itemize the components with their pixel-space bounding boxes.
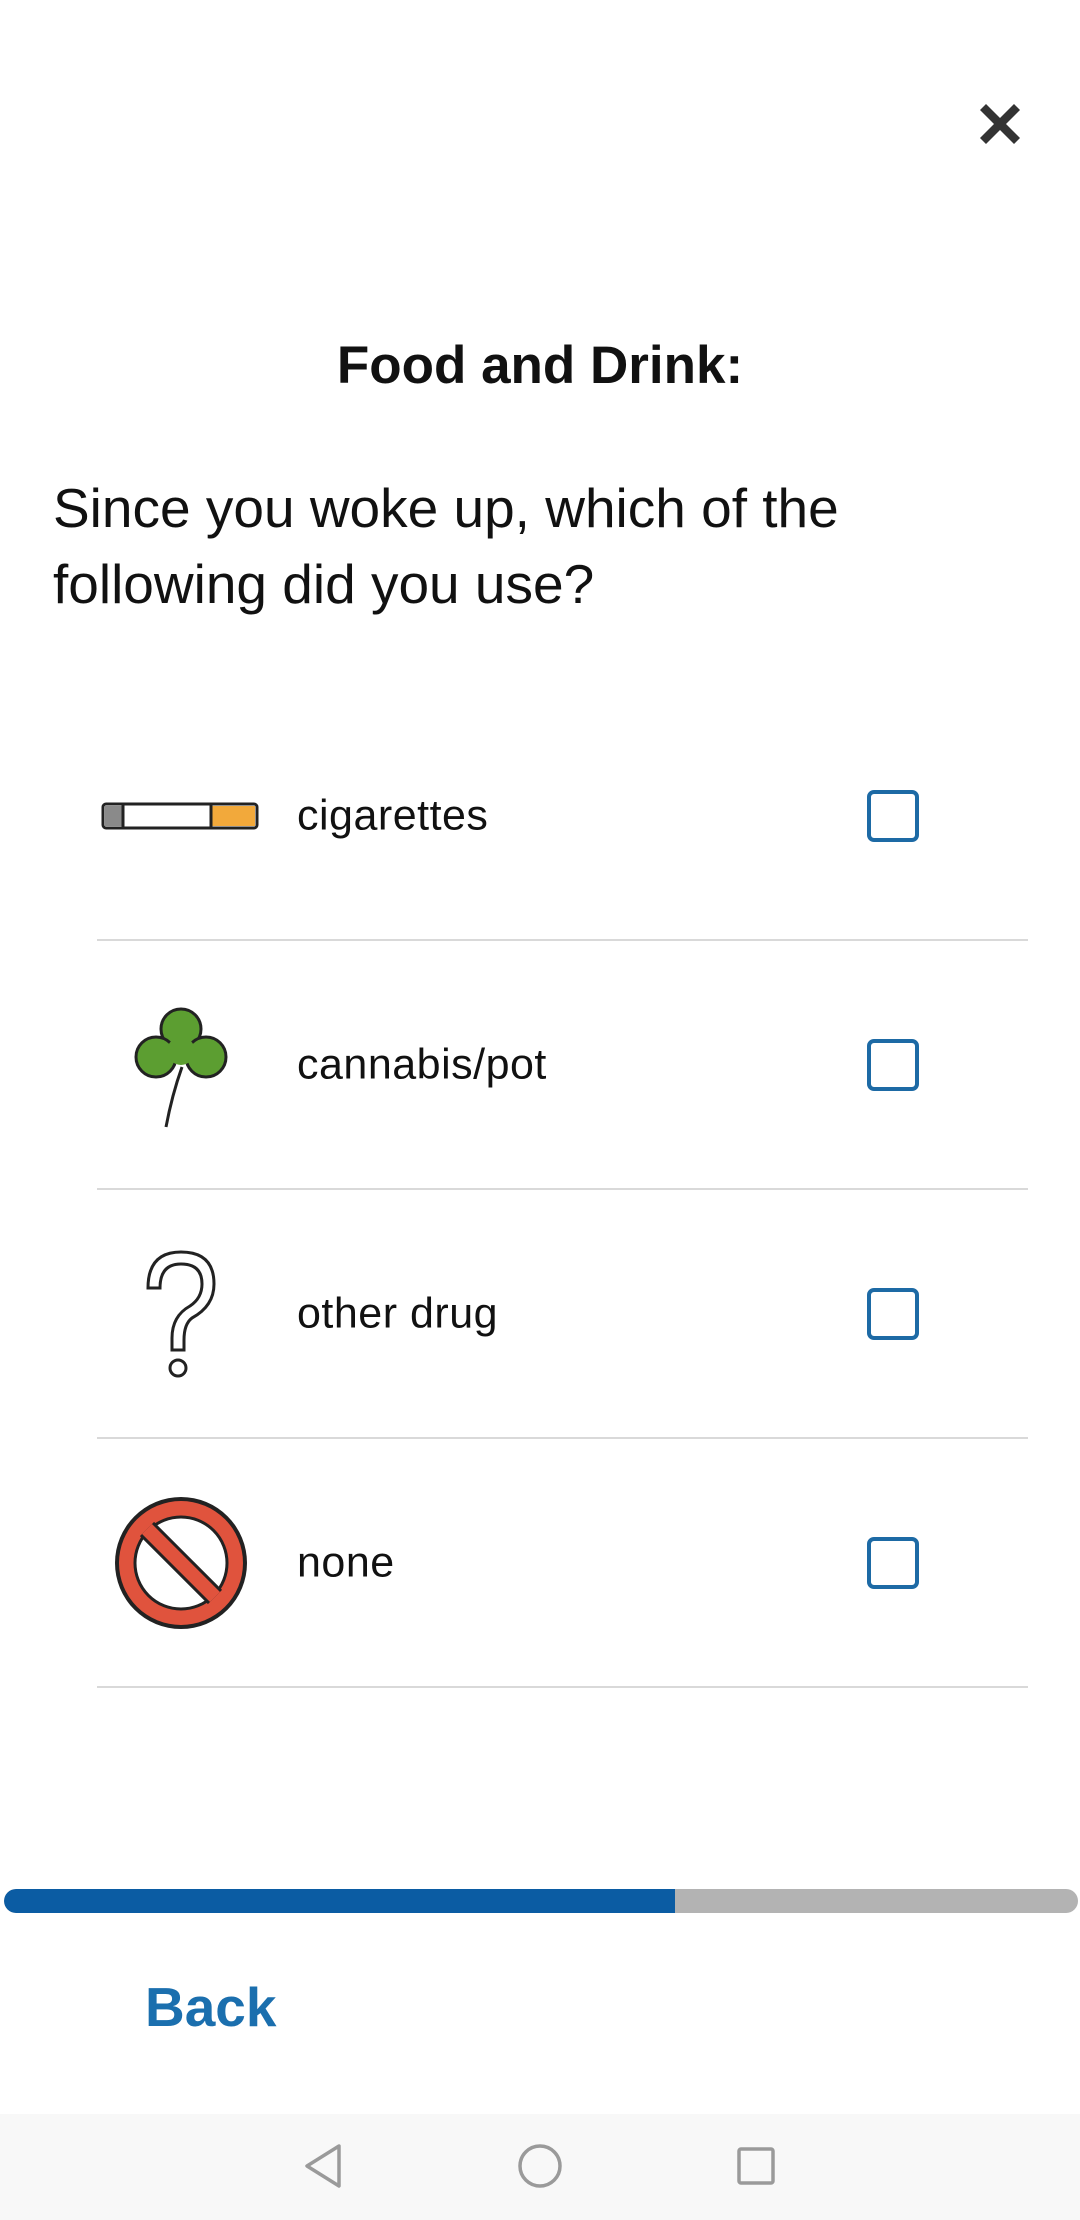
system-nav-bar [0,2114,1080,2220]
nav-back-button[interactable] [293,2136,353,2196]
circle-home-icon [518,2144,562,2188]
option-label: cannabis/pot [297,1040,547,1088]
square-recents-icon [737,2147,775,2185]
option-none[interactable]: none [97,1439,1028,1688]
clover-icon [97,990,265,1140]
progress-bar [4,1889,1078,1913]
option-label: none [297,1538,395,1586]
question-mark-icon [97,1239,265,1389]
option-other-drug[interactable]: other drug [97,1190,1028,1439]
nav-recents-button[interactable] [726,2136,786,2196]
checkbox-cigarettes[interactable] [867,789,919,842]
option-cannabis[interactable]: cannabis/pot [97,941,1028,1190]
nav-home-button[interactable] [510,2136,570,2196]
close-icon [980,104,1020,144]
checkbox-none[interactable] [867,1536,919,1589]
cigarette-icon [97,741,265,891]
option-cigarettes[interactable]: cigarettes [97,692,1028,941]
triangle-back-icon [305,2144,341,2188]
section-title: Food and Drink: [336,336,744,395]
close-button[interactable] [960,84,1040,164]
option-label: other drug [297,1289,499,1337]
options-list: cigarettes cannabis/pot other drug none [97,692,1028,1688]
checkbox-cannabis[interactable] [867,1038,919,1091]
back-button[interactable]: Back [145,1975,276,2039]
prohibited-icon [97,1488,265,1638]
option-label: cigarettes [297,791,489,839]
checkbox-other-drug[interactable] [867,1287,919,1340]
progress-fill [4,1889,676,1913]
question-text: Since you woke up, which of the followin… [53,477,839,615]
